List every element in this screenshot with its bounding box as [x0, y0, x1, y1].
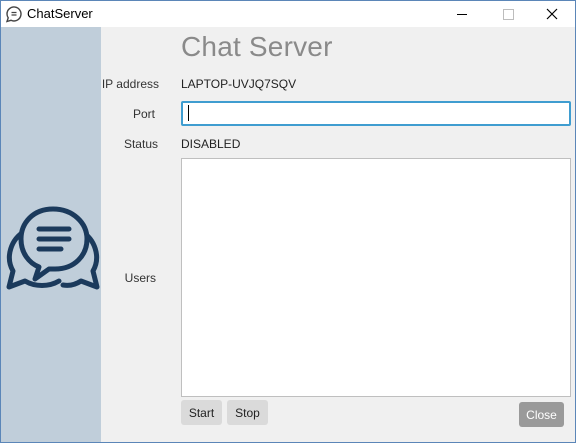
- app-icon: [5, 6, 22, 23]
- chat-bubbles-icon: [6, 206, 100, 290]
- ip-address-label: IP address: [101, 77, 159, 91]
- close-icon: [546, 8, 558, 20]
- users-label: Users: [124, 271, 156, 285]
- port-input[interactable]: [181, 101, 571, 126]
- users-list[interactable]: [181, 158, 571, 397]
- close-window-button[interactable]: [529, 1, 575, 27]
- text-caret: [188, 105, 189, 121]
- page-title: Chat Server: [181, 31, 333, 62]
- title-bar[interactable]: ChatServer: [1, 1, 575, 27]
- ip-address-value: LAPTOP-UVJQ7SQV: [181, 77, 297, 91]
- status-value: DISABLED: [181, 137, 241, 151]
- chat-server-window: ChatServer Chat Server IP address LAPTOP…: [0, 0, 576, 443]
- stop-button[interactable]: Stop: [227, 400, 268, 425]
- maximize-button[interactable]: [485, 1, 531, 27]
- port-label: Port: [132, 107, 155, 121]
- start-button[interactable]: Start: [181, 400, 222, 425]
- window-title: ChatServer: [27, 6, 93, 21]
- maximize-icon: [502, 8, 514, 20]
- minimize-icon: [457, 13, 467, 15]
- minimize-button[interactable]: [439, 1, 485, 27]
- sidebar: [1, 27, 101, 442]
- close-button[interactable]: Close: [519, 402, 564, 427]
- status-label: Status: [123, 137, 158, 151]
